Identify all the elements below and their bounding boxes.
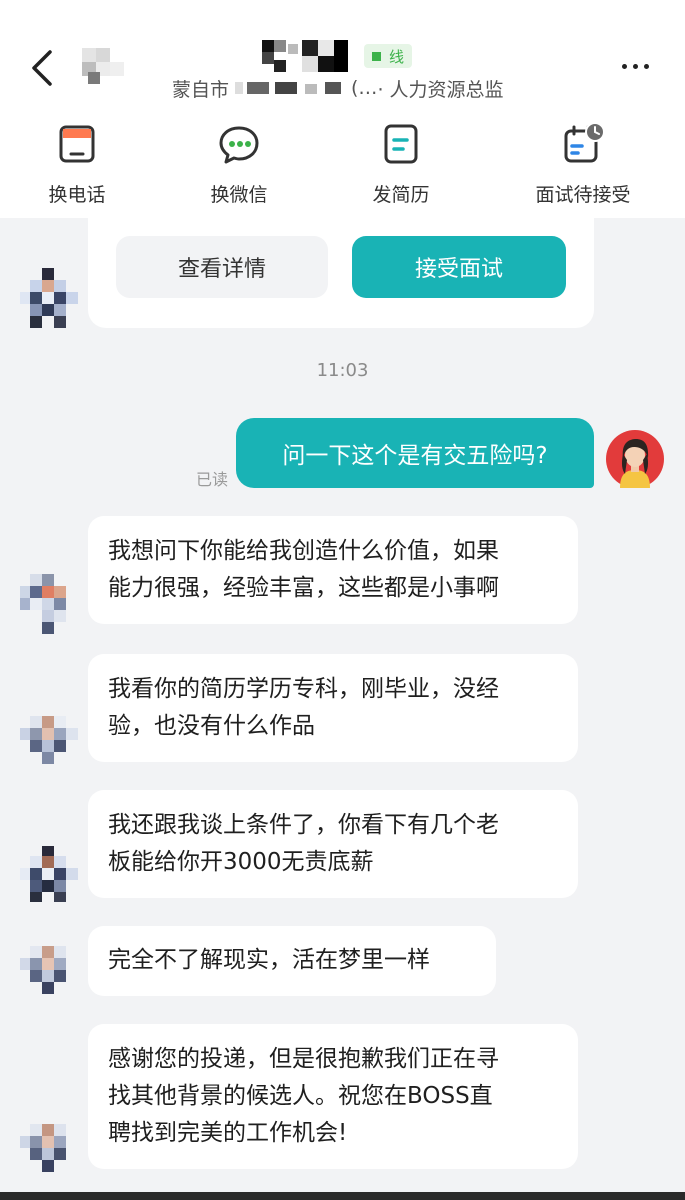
message-text-line: 能力很强，经验丰富，这些都是小事啊 — [108, 575, 499, 601]
accept-interview-button[interactable]: 接受面试 — [352, 236, 566, 298]
contact-subtitle: 蒙自市 (… · 人力资源总监 — [172, 74, 504, 102]
more-dot-icon — [632, 63, 638, 69]
chat-header: 线 蒙自市 (… · 人力资源总监 换电话 换微信 发简历 面试待接受 — [0, 0, 685, 218]
sent-message-bubble[interactable]: 问一下这个是有交五险吗? — [236, 418, 594, 488]
message-text-line: 聘找到完美的工作机会! — [108, 1120, 348, 1146]
read-receipt: 已读 — [196, 470, 229, 489]
status-dot-icon — [372, 51, 381, 61]
action-change-phone[interactable]: 换电话 — [12, 118, 142, 208]
subtitle-prefix: 蒙自市 — [172, 78, 230, 101]
recruiter-avatar[interactable] — [20, 1124, 78, 1182]
received-message-bubble[interactable]: 我还跟我谈上条件了，你看下有几个老 板能给你开3000无责底薪 — [88, 790, 578, 898]
message-text-line: 找其他背景的候选人。祝您在BOSS直 — [108, 1083, 493, 1109]
recruiter-avatar[interactable] — [20, 574, 78, 634]
interview-invite-card: 查看详情 接受面试 — [88, 214, 594, 328]
received-message-bubble[interactable]: 完全不了解现实，活在梦里一样 — [88, 926, 496, 996]
contact-title: 线 — [262, 38, 413, 74]
action-interview-pending[interactable]: 面试待接受 — [518, 118, 648, 208]
action-label: 换微信 — [210, 184, 268, 206]
status-text: 线 — [389, 47, 405, 66]
my-avatar[interactable] — [606, 430, 664, 488]
recruiter-avatar[interactable] — [20, 946, 78, 1004]
bottom-edge — [0, 1192, 685, 1200]
received-message-bubble[interactable]: 我想问下你能给我创造什么价值，如果 能力很强，经验丰富，这些都是小事啊 — [88, 516, 578, 624]
received-message-bubble[interactable]: 我看你的简历学历专科，刚毕业，没经 验，也没有什么作品 — [88, 654, 578, 762]
more-dot-icon — [643, 63, 649, 69]
received-message-bubble[interactable]: 感谢您的投递，但是很抱歉我们正在寻 找其他背景的候选人。祝您在BOSS直 聘找到… — [88, 1024, 578, 1169]
action-label: 换电话 — [48, 184, 106, 206]
action-change-wechat[interactable]: 换微信 — [174, 118, 304, 208]
quick-actions-bar: 换电话 换微信 发简历 面试待接受 — [0, 118, 685, 208]
action-label: 面试待接受 — [535, 184, 631, 206]
phone-icon — [59, 125, 95, 163]
contact-avatar[interactable] — [76, 46, 126, 86]
more-options-button[interactable] — [615, 52, 655, 80]
subtitle-suffix: · 人力资源总监 — [377, 78, 504, 101]
resume-icon — [384, 124, 418, 164]
action-label: 发简历 — [372, 184, 430, 206]
message-text-line: 我想问下你能给我创造什么价值，如果 — [108, 538, 499, 564]
message-text-line: 我看你的简历学历专科，刚毕业，没经 — [108, 676, 499, 702]
message-text-line: 完全不了解现实，活在梦里一样 — [108, 947, 430, 973]
contact-name-censored — [262, 38, 350, 74]
message-text-line: 板能给你开3000无责底薪 — [108, 849, 374, 875]
company-name-censored — [235, 78, 345, 98]
chevron-left-icon — [32, 50, 52, 86]
calendar-clock-icon — [564, 122, 605, 163]
subtitle-ellipsis: (… — [351, 77, 378, 99]
recruiter-avatar[interactable] — [20, 716, 78, 774]
online-status-badge: 线 — [364, 44, 413, 68]
message-text-line: 感谢您的投递，但是很抱歉我们正在寻 — [108, 1046, 499, 1072]
wechat-icon — [219, 126, 259, 164]
back-button[interactable] — [22, 44, 62, 92]
view-details-button[interactable]: 查看详情 — [116, 236, 328, 298]
message-text-line: 我还跟我谈上条件了，你看下有几个老 — [108, 812, 499, 838]
more-dot-icon — [621, 63, 627, 69]
message-text-line: 验，也没有什么作品 — [108, 713, 315, 739]
recruiter-avatar[interactable] — [20, 268, 78, 328]
action-send-resume[interactable]: 发简历 — [336, 118, 466, 208]
message-timestamp: 11:03 — [316, 360, 369, 381]
recruiter-avatar[interactable] — [20, 846, 78, 904]
